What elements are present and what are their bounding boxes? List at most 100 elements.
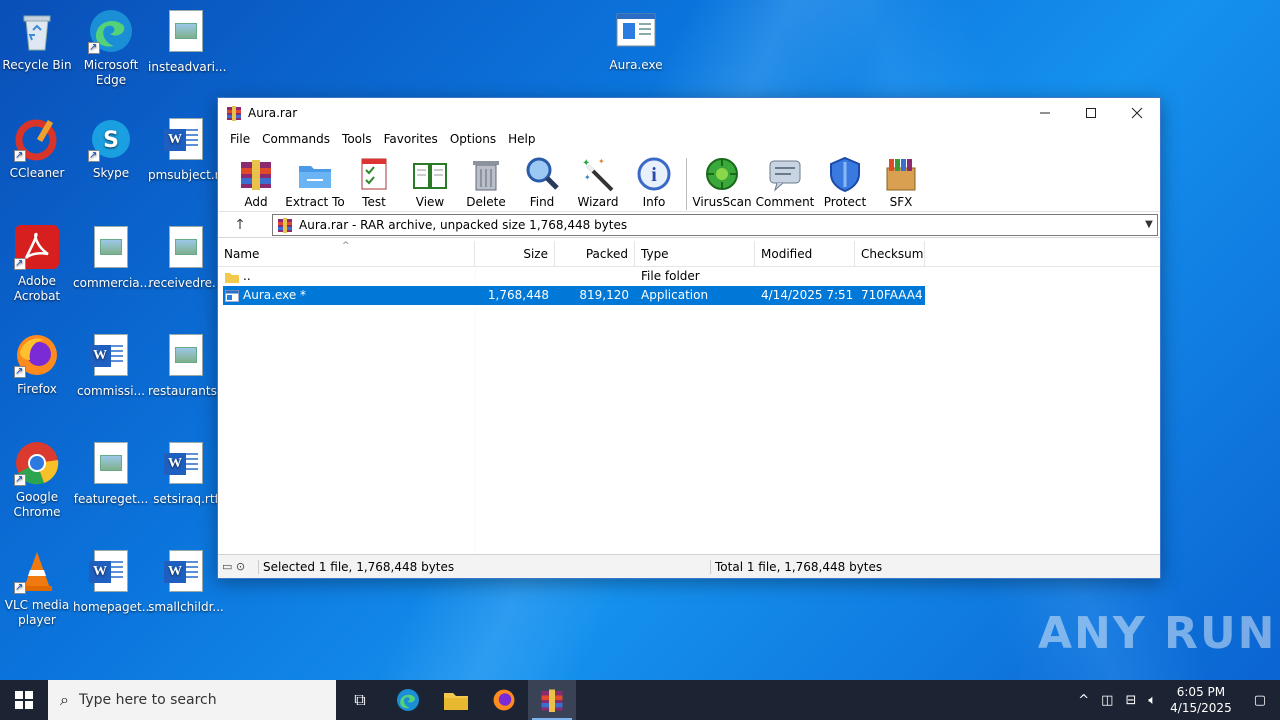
- title-bar[interactable]: Aura.rar: [218, 98, 1160, 128]
- rar-archive-icon: [278, 217, 292, 233]
- shortcut-arrow-icon: [14, 472, 26, 487]
- maximize-button[interactable]: [1068, 98, 1114, 128]
- add-button[interactable]: Add: [228, 154, 284, 209]
- window-title: Aura.rar: [248, 106, 298, 120]
- desktop-icon-ccleaner[interactable]: CCleaner: [0, 116, 75, 181]
- desktop-icon-google-chrome[interactable]: Google Chrome: [0, 440, 75, 520]
- close-icon: [1131, 107, 1143, 119]
- start-button[interactable]: [0, 680, 48, 720]
- taskbar-winrar[interactable]: [528, 680, 576, 720]
- desktop-icon-pmsubject[interactable]: W pmsubject.r...: [148, 116, 230, 183]
- find-button[interactable]: Find: [514, 154, 570, 209]
- firefox-icon: [493, 689, 515, 711]
- sfx-box-icon: [883, 156, 919, 192]
- table-row[interactable]: .. File folder: [223, 267, 925, 286]
- wizard-button[interactable]: ✦ ✦ ✦ Wizard: [570, 154, 626, 209]
- sfx-button[interactable]: SFX: [873, 154, 929, 209]
- shortcut-arrow-icon: [88, 40, 100, 55]
- image-file-icon: [88, 226, 134, 272]
- trash-icon: [468, 156, 504, 192]
- file-list[interactable]: Name ^ Size Packed Type Modified Checksum…: [218, 241, 1160, 553]
- chevron-up-icon[interactable]: ^: [1072, 693, 1095, 708]
- volume-icon[interactable]: 🔈︎: [1142, 693, 1162, 708]
- minimize-button[interactable]: [1022, 98, 1068, 128]
- view-book-icon: [412, 156, 448, 192]
- desktop-icon-setsiraq[interactable]: W setsiraq.rtf: [148, 440, 224, 507]
- desktop-icon-recycle-bin[interactable]: Recycle Bin: [0, 8, 75, 73]
- taskbar-file-explorer[interactable]: [432, 680, 480, 720]
- drive-key-icon[interactable]: ▭ ⊙: [218, 560, 258, 573]
- desktop-icon-featureget[interactable]: featureget...: [73, 440, 149, 507]
- minimize-icon: [1040, 112, 1050, 114]
- close-button[interactable]: [1114, 98, 1160, 128]
- info-button[interactable]: i Info: [626, 154, 682, 209]
- shortcut-arrow-icon: [14, 256, 26, 271]
- taskbar-search-box[interactable]: ⌕ Type here to search: [48, 680, 336, 720]
- meet-now-icon[interactable]: ◫: [1095, 693, 1119, 708]
- svg-text:i: i: [651, 164, 657, 186]
- image-file-icon: [163, 226, 209, 272]
- delete-button[interactable]: Delete: [458, 154, 514, 209]
- file-list-background: [475, 267, 1160, 553]
- virus-scan-icon: [704, 156, 740, 192]
- table-row-selected[interactable]: Aura.exe * 1,768,448 819,120 Application…: [223, 286, 925, 305]
- menu-favorites[interactable]: Favorites: [378, 132, 444, 146]
- menu-options[interactable]: Options: [444, 132, 502, 146]
- chevron-down-icon[interactable]: ▼: [1141, 219, 1157, 230]
- desktop-icon-microsoft-edge[interactable]: Microsoft Edge: [73, 8, 149, 88]
- desktop-icon-receivedre[interactable]: receivedre...: [148, 224, 224, 291]
- view-button[interactable]: View: [402, 154, 458, 209]
- column-header-name[interactable]: Name ^: [218, 241, 475, 267]
- desktop-icon-commissi[interactable]: W commissi...: [73, 332, 149, 399]
- image-file-icon: [163, 334, 209, 380]
- folder-icon: [225, 272, 239, 283]
- firefox-icon: [14, 332, 60, 379]
- address-bar: ↑ Aura.rar - RAR archive, unpacked size …: [218, 212, 1160, 238]
- desktop-icon-vlc[interactable]: VLC media player: [0, 548, 75, 628]
- path-combobox[interactable]: Aura.rar - RAR archive, unpacked size 1,…: [272, 213, 1158, 236]
- task-view-button[interactable]: ⧉: [336, 680, 384, 720]
- desktop-icon-insteadvari[interactable]: insteadvari...: [148, 8, 226, 75]
- up-folder-button[interactable]: ↑: [228, 217, 252, 233]
- desktop-icon-homepaget[interactable]: W homepaget...: [73, 548, 153, 615]
- column-header-size[interactable]: Size: [475, 241, 555, 267]
- taskbar-edge[interactable]: [384, 680, 432, 720]
- desktop-icon-commercia[interactable]: commercia...: [73, 224, 151, 291]
- virusscan-button[interactable]: VirusScan: [691, 154, 753, 209]
- clock-time: 6:05 PM: [1176, 685, 1226, 699]
- column-header-modified[interactable]: Modified: [755, 241, 855, 267]
- notifications-icon[interactable]: ▢: [1240, 693, 1280, 708]
- menu-help[interactable]: Help: [502, 132, 541, 146]
- edge-icon: [88, 8, 134, 55]
- column-header-type[interactable]: Type: [635, 241, 755, 267]
- application-icon: [225, 289, 239, 302]
- network-icon[interactable]: ⊟: [1119, 693, 1142, 708]
- word-file-icon: W: [88, 550, 134, 596]
- desktop-icon-aura-exe[interactable]: Aura.exe: [598, 8, 674, 73]
- test-button[interactable]: Test: [346, 154, 402, 209]
- toolbar: Add Extract To Test View Delete Find ✦ ✦ ✦…: [218, 150, 1160, 212]
- magnifier-icon: [524, 156, 560, 192]
- taskbar-firefox[interactable]: [480, 680, 528, 720]
- desktop-icon-adobe-acrobat[interactable]: Adobe Acrobat: [0, 224, 75, 304]
- desktop-icon-skype[interactable]: S Skype: [73, 116, 149, 181]
- menu-file[interactable]: File: [224, 132, 256, 146]
- comment-button[interactable]: Comment: [753, 154, 817, 209]
- shield-icon: [827, 156, 863, 193]
- clock[interactable]: 6:05 PM 4/15/2025: [1162, 684, 1240, 716]
- comment-icon: [767, 156, 803, 192]
- menu-tools[interactable]: Tools: [336, 132, 378, 146]
- desktop-icon-firefox[interactable]: Firefox: [0, 332, 75, 397]
- menu-commands[interactable]: Commands: [256, 132, 336, 146]
- desktop-icon-restaurants[interactable]: restaurants...: [148, 332, 228, 399]
- svg-text:✦: ✦: [598, 157, 605, 166]
- column-header-packed[interactable]: Packed: [555, 241, 635, 267]
- desktop-icon-smallchildr[interactable]: W smallchildr...: [148, 548, 224, 615]
- winrar-window[interactable]: Aura.rar File Commands Tools Favorites O…: [217, 97, 1161, 579]
- protect-button[interactable]: Protect: [817, 154, 873, 209]
- extract-to-button[interactable]: Extract To: [284, 154, 346, 209]
- column-header-checksum[interactable]: Checksum: [855, 241, 925, 267]
- word-file-icon: W: [163, 550, 209, 596]
- anyrun-watermark: ANY RUN: [1038, 608, 1277, 659]
- word-file-icon: W: [163, 442, 209, 488]
